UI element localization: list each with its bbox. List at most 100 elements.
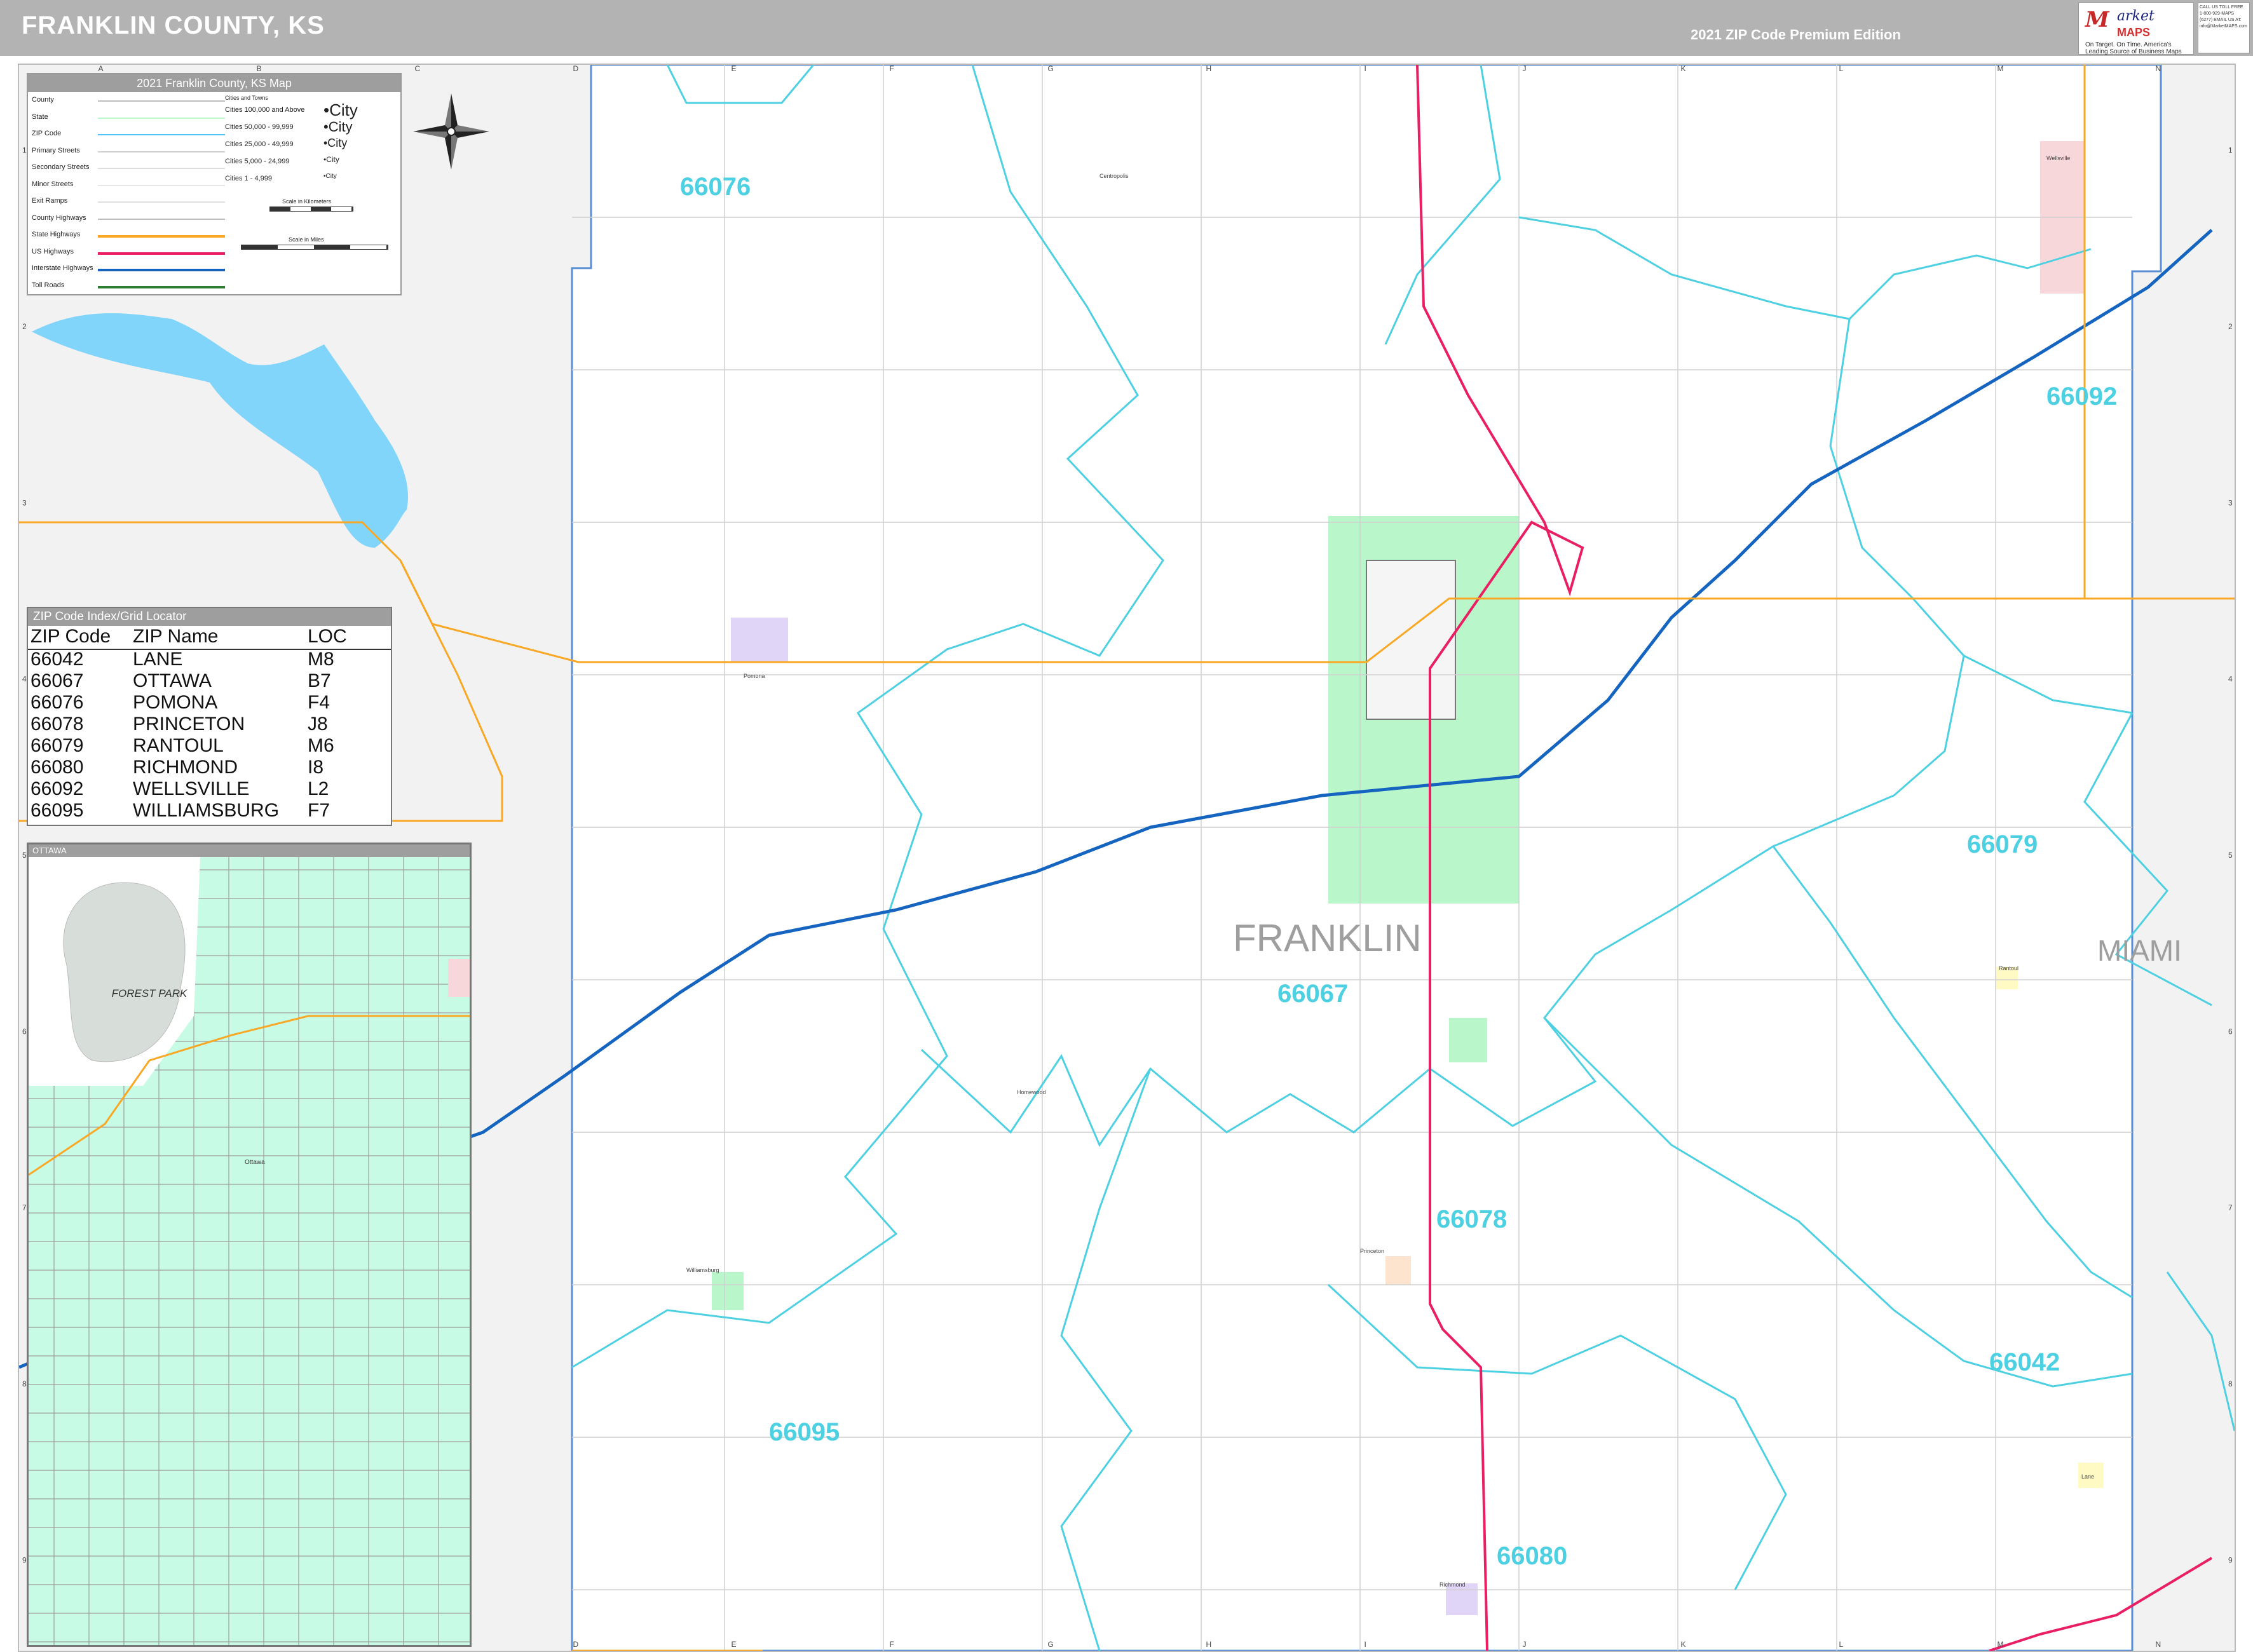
town-lane: Lane <box>2081 1473 2094 1480</box>
legend-line-swatch <box>98 117 225 119</box>
town-rantoul: Rantoul <box>1999 965 2018 972</box>
zip-label-66079[interactable]: 66079 <box>1967 830 2038 858</box>
zip-index-loc[interactable]: F4 <box>308 692 330 714</box>
grid-row-label: 2 <box>2228 322 2233 331</box>
legend-city-class: Cities 50,000 - 99,999 <box>225 123 294 131</box>
logo-mark: M <box>2085 7 2109 32</box>
zip-index-name[interactable]: WILLIAMSBURG <box>133 800 279 822</box>
grid-col-label: H <box>1206 65 1212 73</box>
grid-col-label: F <box>890 65 894 73</box>
scale-mi-bar <box>241 245 388 250</box>
grid-col-label: G <box>1048 65 1054 73</box>
zip-code-index: ZIP Code Index/Grid Locator ZIP Code ZIP… <box>27 607 392 826</box>
green-area-south <box>1449 1018 1487 1062</box>
legend-city-class: Cities 1 - 4,999 <box>225 175 272 182</box>
legend-item-label: Minor Streets <box>32 180 74 188</box>
zip-index-name[interactable]: WELLSVILLE <box>133 778 249 800</box>
town-wellsville: Wellsville <box>2046 155 2070 161</box>
grid-col-label: L <box>1839 65 1844 73</box>
zip-index-code[interactable]: 66076 <box>31 692 83 714</box>
zip-index-loc[interactable]: M6 <box>308 735 334 757</box>
grid-col-label: K <box>1681 1640 1686 1649</box>
zip-label-66092[interactable]: 66092 <box>2046 383 2117 410</box>
zip-label-66076[interactable]: 66076 <box>680 173 751 201</box>
zip-label-66095[interactable]: 66095 <box>769 1418 840 1446</box>
zip-label-66078[interactable]: 66078 <box>1436 1205 1507 1233</box>
inset-title: OTTAWA <box>29 844 470 857</box>
grid-col-label: G <box>1048 1640 1054 1649</box>
zip-index-name[interactable]: OTTAWA <box>133 670 212 692</box>
zip-index-header-loc: LOC <box>308 626 347 647</box>
legend-item-label: Toll Roads <box>32 281 65 289</box>
zip-label-66042[interactable]: 66042 <box>1989 1348 2060 1376</box>
legend-line-swatch <box>98 201 225 203</box>
zip-index-code[interactable]: 66042 <box>31 649 83 670</box>
neighbor-county-label: MIAMI <box>2097 934 2182 967</box>
zip-index-header-code: ZIP Code <box>31 626 111 647</box>
grid-row-label: 5 <box>22 851 27 860</box>
grid-row-label: 1 <box>22 146 27 155</box>
grid-row-label: 8 <box>2228 1379 2233 1388</box>
zip-index-name[interactable]: RANTOUL <box>133 735 224 757</box>
zip-index-code[interactable]: 66079 <box>31 735 83 757</box>
zip-index-loc[interactable]: L2 <box>308 778 329 800</box>
legend-city-sample: •City <box>323 118 353 135</box>
legend-line-swatch <box>98 218 225 220</box>
grid-col-label: J <box>1523 65 1527 73</box>
ottawa-inset-map[interactable]: OTTAWA FOREST PARK Ottawa <box>27 843 472 1647</box>
legend-line-swatch <box>98 100 225 102</box>
grid-col-label: N <box>2156 1640 2161 1649</box>
zip-index-title: ZIP Code Index/Grid Locator <box>28 608 391 626</box>
logo-maps: MAPS <box>2117 26 2151 39</box>
pomona-block <box>731 618 788 662</box>
legend-city-class: Cities 25,000 - 49,999 <box>225 140 294 148</box>
town-centropolis: Centropolis <box>1099 173 1129 179</box>
legend-item-label: ZIP Code <box>32 130 62 137</box>
grid-col-label: M <box>1998 65 2004 73</box>
legend-item-label: US Highways <box>32 247 74 255</box>
zip-index-loc[interactable]: J8 <box>308 714 328 735</box>
zip-index-code[interactable]: 66080 <box>31 757 83 778</box>
zip-index-loc[interactable]: I8 <box>308 757 323 778</box>
grid-row-label: 8 <box>22 1379 27 1388</box>
legend-item-label: Secondary Streets <box>32 163 90 171</box>
zip-index-loc[interactable]: B7 <box>308 670 331 692</box>
legend-city-class: Cities 5,000 - 24,999 <box>225 158 290 165</box>
zip-index-code[interactable]: 66092 <box>31 778 83 800</box>
forest-park-label: FOREST PARK <box>111 987 187 999</box>
zip-index-loc[interactable]: F7 <box>308 800 330 822</box>
logo-name: arket <box>2117 8 2154 24</box>
town-pomona: Pomona <box>744 673 765 679</box>
grid-col-label: E <box>732 1640 737 1649</box>
zip-index-name[interactable]: PRINCETON <box>133 714 245 735</box>
legend-item-label: County Highways <box>32 213 86 222</box>
grid-col-label: K <box>1681 65 1686 73</box>
legend-city-class: Cities 100,000 and Above <box>225 106 305 114</box>
grid-col-label: F <box>890 1640 894 1649</box>
map-title: FRANKLIN COUNTY, KS <box>22 11 325 39</box>
grid-col-label: D <box>573 1640 579 1649</box>
inset-town-block <box>448 959 470 997</box>
zip-label-66067[interactable]: 66067 <box>1277 980 1348 1008</box>
legend-line-swatch <box>98 285 225 288</box>
title-bar <box>0 0 2253 56</box>
zip-index-name[interactable]: RICHMOND <box>133 757 238 778</box>
grid-row-label: 6 <box>22 1027 27 1036</box>
grid-row-label: 3 <box>2228 498 2233 507</box>
legend-city-sample: •City <box>323 137 348 149</box>
zip-label-66080[interactable]: 66080 <box>1497 1542 1567 1570</box>
zip-index-name[interactable]: POMONA <box>133 692 217 714</box>
legend-city-sample: •City <box>323 155 339 164</box>
zip-index-loc[interactable]: M8 <box>308 649 334 670</box>
legend-line-swatch <box>98 151 225 152</box>
zip-index-code[interactable]: 66078 <box>31 714 83 735</box>
grid-col-label: N <box>2156 65 2161 73</box>
princeton-block <box>1385 1256 1411 1285</box>
zip-index-name[interactable]: LANE <box>133 649 182 670</box>
grid-row-label: 2 <box>22 322 27 331</box>
town-homewood: Homewood <box>1017 1089 1046 1095</box>
zip-index-code[interactable]: 66095 <box>31 800 83 822</box>
legend-item-label: Primary Streets <box>32 146 80 154</box>
zip-index-code[interactable]: 66067 <box>31 670 83 692</box>
grid-col-label: M <box>1998 1640 2004 1649</box>
